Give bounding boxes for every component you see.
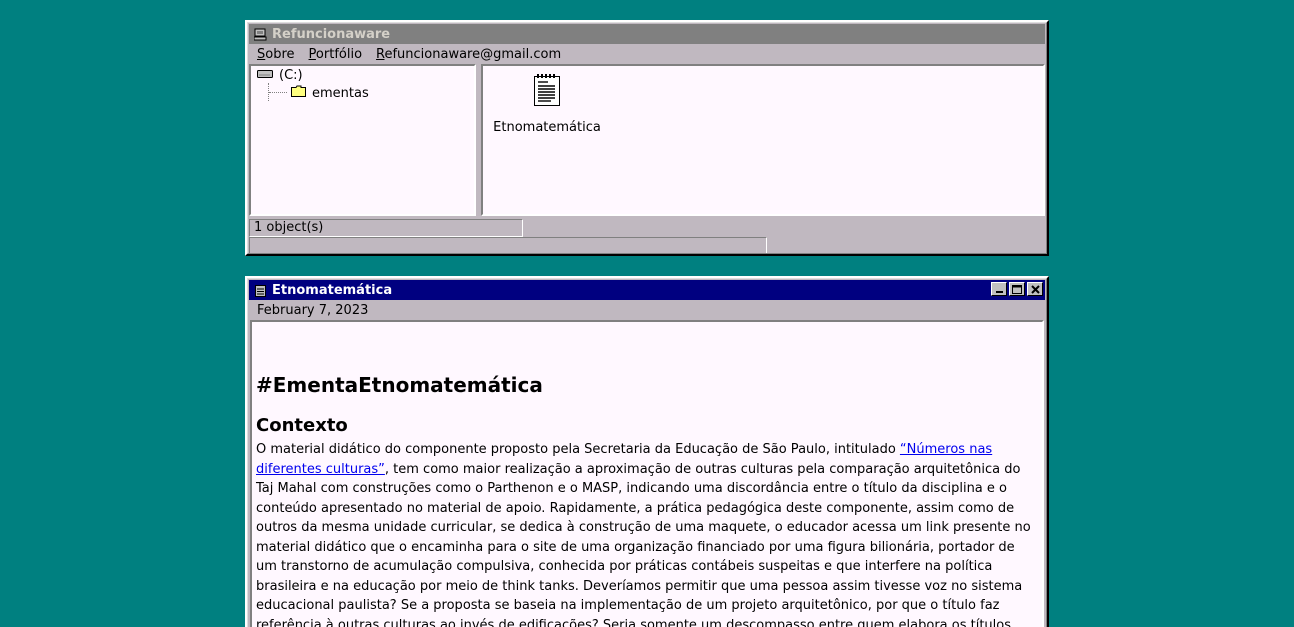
status-bar-secondary (249, 237, 767, 254)
maximize-button[interactable] (1009, 282, 1025, 296)
menu-item-portfolio[interactable]: Portfólio (307, 47, 365, 62)
explorer-window: Refuncionaware Sobre Portfólio Refuncion… (245, 20, 1049, 256)
folder-tree: (C:) ementas (249, 64, 476, 216)
explorer-title: Refuncionaware (272, 26, 391, 42)
file-list: Etnomatemática (481, 64, 1045, 216)
document-content[interactable]: #EmentaEtnomatemática Contexto O materia… (250, 320, 1044, 627)
document-date: February 7, 2023 (257, 302, 369, 318)
menu-item-email[interactable]: Refuncionaware@gmail.com (374, 47, 563, 62)
explorer-titlebar[interactable]: Refuncionaware (249, 24, 1045, 44)
tree-connector (269, 92, 287, 93)
close-button[interactable] (1027, 282, 1043, 296)
folder-icon (291, 85, 306, 101)
tree-label-folder: ementas (312, 85, 369, 101)
close-icon (1030, 284, 1040, 294)
document-window: Etnomatemática February 7, 2023 #EmentaE… (245, 276, 1049, 627)
tree-item-ementas[interactable]: ementas (291, 84, 369, 102)
document-title: Etnomatemática (272, 282, 393, 298)
drive-icon (257, 68, 273, 83)
document-heading: #EmentaEtnomatemática (256, 373, 543, 397)
file-label: Etnomatemática (493, 120, 601, 135)
notepad-icon (253, 283, 267, 297)
status-bar: 1 object(s) (249, 219, 523, 237)
document-icon (533, 74, 561, 110)
document-paragraph: O material didático do componente propos… (256, 442, 1031, 627)
document-subheading: Contexto (256, 415, 348, 436)
minimize-icon (995, 290, 1003, 293)
computer-icon (253, 27, 267, 41)
file-item-etnomatematica[interactable]: Etnomatemática (491, 74, 603, 135)
tree-item-drive[interactable]: (C:) (257, 66, 303, 84)
document-titlebar[interactable]: Etnomatemática (249, 280, 1045, 300)
menu-item-sobre[interactable]: Sobre (255, 47, 297, 62)
minimize-button[interactable] (991, 282, 1007, 296)
tree-label-drive: (C:) (279, 67, 303, 83)
maximize-icon (1012, 284, 1022, 294)
menubar: Sobre Portfólio Refuncionaware@gmail.com (247, 44, 1047, 64)
window-controls (991, 282, 1043, 296)
